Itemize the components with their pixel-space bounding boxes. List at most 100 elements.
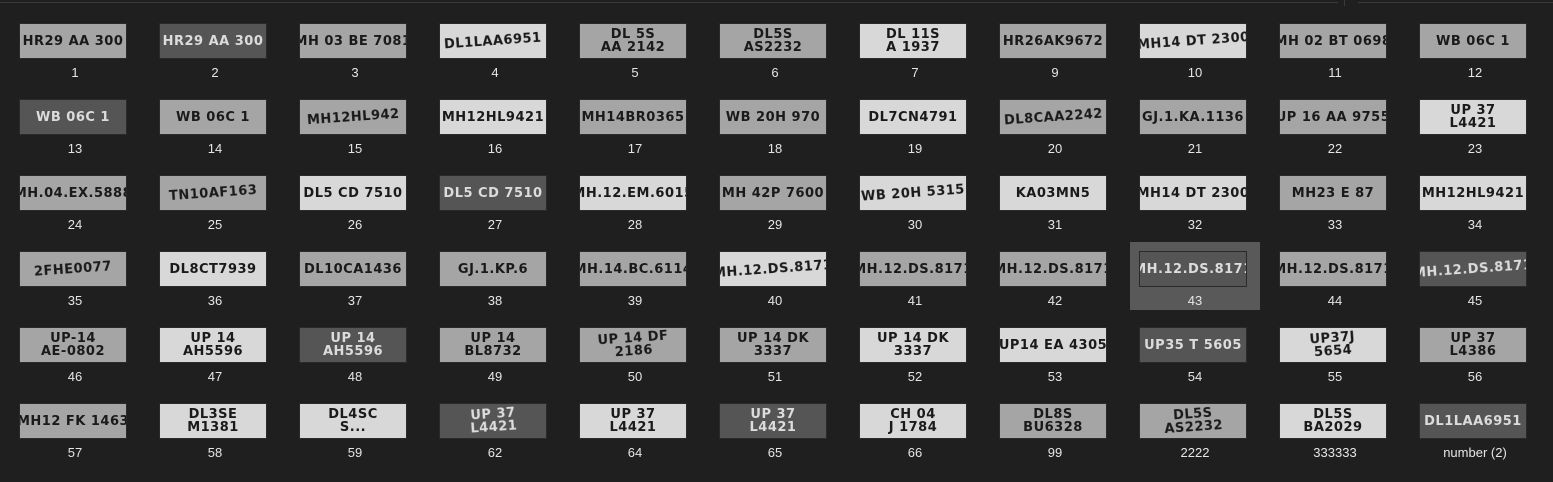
file-name: 4	[491, 65, 499, 80]
file-thumbnail: MH.12.EM.6015	[579, 175, 687, 211]
file-item[interactable]: MH 02 BT 0698 11	[1270, 14, 1400, 82]
file-thumbnail: WB 06C 1	[19, 99, 127, 135]
file-item[interactable]: HR26AK9672 9	[990, 14, 1120, 82]
file-item[interactable]: UP 37 L4386 56	[1410, 318, 1540, 386]
file-item[interactable]: MH14 DT 2300 10	[1130, 14, 1260, 82]
file-item[interactable]: UP 14 DK 3337 52	[850, 318, 980, 386]
file-item[interactable]: DL 11S A 1937 7	[850, 14, 980, 82]
file-item[interactable]: MH.12.DS.8171 45	[1410, 242, 1540, 310]
file-item[interactable]: GJ.1.KA.1136 21	[1130, 90, 1260, 158]
file-name: 38	[487, 293, 503, 308]
file-item[interactable]: MH14BR0365 17	[570, 90, 700, 158]
file-item[interactable]: KA03MN5 31	[990, 166, 1120, 234]
file-name: 40	[767, 293, 783, 308]
license-plate-image: WB 20H 970	[725, 109, 821, 125]
license-plate-image: UP 14 DK 3337	[876, 331, 950, 359]
file-item[interactable]: DL10CA1436 37	[290, 242, 420, 310]
license-plate-image: UP37J 5654	[1309, 329, 1356, 361]
file-item[interactable]: UP 37 L4421 64	[570, 394, 700, 462]
file-item[interactable]: DL8CT7939 36	[150, 242, 280, 310]
file-item[interactable]: MH14 DT 2300 32	[1130, 166, 1260, 234]
file-thumbnail: UP 37 L4421	[579, 403, 687, 439]
file-thumbnail: UP-14 AE-0802	[19, 327, 127, 363]
file-item[interactable]: UP 37 L4421 23	[1410, 90, 1540, 158]
file-item[interactable]: UP37J 5654 55	[1270, 318, 1400, 386]
file-name: 16	[487, 141, 503, 156]
file-item[interactable]: DL7CN4791 19	[850, 90, 980, 158]
file-thumbnail: MH.12.DS.8171	[1139, 251, 1247, 287]
file-item[interactable]: GJ.1.KP.6 38	[430, 242, 560, 310]
file-item[interactable]: DL5S BA2029 333333	[1270, 394, 1400, 462]
license-plate-image: DL4SC S...	[328, 407, 378, 435]
file-item[interactable]: MH 42P 7600 29	[710, 166, 840, 234]
file-item[interactable]: MH.12.DS.8171 42	[990, 242, 1120, 310]
file-item[interactable]: UP 37 L4421 65	[710, 394, 840, 462]
license-plate-image: MH14BR0365	[581, 109, 685, 125]
file-name: 20	[1047, 141, 1063, 156]
file-item[interactable]: CH 04 J 1784 66	[850, 394, 980, 462]
file-item[interactable]: DL5 CD 7510 27	[430, 166, 560, 234]
file-item[interactable]: MH.12.EM.6015 28	[570, 166, 700, 234]
file-item[interactable]: DL 5S AA 2142 5	[570, 14, 700, 82]
file-item[interactable]: UP 14 DK 3337 51	[710, 318, 840, 386]
license-plate-image: WB 20H 5315	[860, 181, 966, 205]
file-item[interactable]: DL8CAA2242 20	[990, 90, 1120, 158]
toolbar-separator	[1344, 0, 1345, 6]
file-name: 15	[347, 141, 363, 156]
license-plate-image: UP 14 AH5596	[182, 331, 244, 359]
file-item[interactable]: MH12HL9421 34	[1410, 166, 1540, 234]
file-item[interactable]: DL8S BU6328 99	[990, 394, 1120, 462]
file-item[interactable]: UP 14 BL8732 49	[430, 318, 560, 386]
file-item[interactable]: WB 20H 970 18	[710, 90, 840, 158]
file-thumbnail: MH12HL942	[299, 99, 407, 135]
file-name: 51	[767, 369, 783, 384]
file-item[interactable]: MH12HL942 15	[290, 90, 420, 158]
license-plate-image: DL 11S A 1937	[885, 27, 941, 55]
file-item[interactable]: DL1LAA6951 number (2)	[1410, 394, 1540, 462]
file-item[interactable]: MH 03 BE 7081 3	[290, 14, 420, 82]
file-item[interactable]: DL3SE M1381 58	[150, 394, 280, 462]
file-item[interactable]: WB 06C 1 12	[1410, 14, 1540, 82]
license-plate-image: MH12HL942	[306, 106, 400, 128]
file-item[interactable]: MH12 FK 1463 57	[10, 394, 140, 462]
file-item[interactable]: MH.14.BC.6114 39	[570, 242, 700, 310]
file-item[interactable]: 2FHE0077 35	[10, 242, 140, 310]
license-plate-image: MH.12.DS.8171	[999, 261, 1107, 277]
file-item[interactable]: DL5 CD 7510 26	[290, 166, 420, 234]
file-item[interactable]: DL5S AS2232 2222	[1130, 394, 1260, 462]
file-item[interactable]: UP35 T 5605 54	[1130, 318, 1260, 386]
file-thumbnail: UP 14 AH5596	[159, 327, 267, 363]
file-item[interactable]: DL4SC S... 59	[290, 394, 420, 462]
file-item[interactable]: MH.12.DS.8171 43	[1130, 242, 1260, 310]
file-item[interactable]: UP-14 AE-0802 46	[10, 318, 140, 386]
license-plate-image: MH.04.EX.5888	[19, 185, 127, 201]
file-item[interactable]: MH.04.EX.5888 24	[10, 166, 140, 234]
file-item[interactable]: UP 37 L4421 62	[430, 394, 560, 462]
file-item[interactable]: DL1LAA6951 4	[430, 14, 560, 82]
file-thumbnail: MH 42P 7600	[719, 175, 827, 211]
file-item[interactable]: HR29 AA 300 2	[150, 14, 280, 82]
file-item[interactable]: WB 06C 1 14	[150, 90, 280, 158]
license-plate-image: UP 37 L4421	[469, 405, 518, 437]
file-item[interactable]: MH.12.DS.8171 40	[710, 242, 840, 310]
file-item[interactable]: WB 06C 1 13	[10, 90, 140, 158]
file-thumbnail: WB 06C 1	[1419, 23, 1527, 59]
file-item[interactable]: WB 20H 5315 30	[850, 166, 980, 234]
file-item[interactable]: MH.12.DS.8171 44	[1270, 242, 1400, 310]
file-item[interactable]: MH12HL9421 16	[430, 90, 560, 158]
file-item[interactable]: HR29 AA 300 1	[10, 14, 140, 82]
license-plate-image: DL10CA1436	[304, 261, 402, 277]
file-item[interactable]: DL5S AS2232 6	[710, 14, 840, 82]
file-item[interactable]: MH.12.DS.8171 41	[850, 242, 980, 310]
file-item[interactable]: MH23 E 87 33	[1270, 166, 1400, 234]
file-item[interactable]: UP 14 DF 2186 50	[570, 318, 700, 386]
file-item[interactable]: UP 16 AA 9755 22	[1270, 90, 1400, 158]
file-item[interactable]: UP14 EA 4305 53	[990, 318, 1120, 386]
file-name: 50	[627, 369, 643, 384]
search-box-border[interactable]	[1358, 2, 1553, 3]
file-item[interactable]: TN10AF163 25	[150, 166, 280, 234]
file-item[interactable]: UP 14 AH5596 48	[290, 318, 420, 386]
license-plate-image: WB 06C 1	[1436, 33, 1510, 49]
license-plate-image: MH14 DT 2300	[1139, 29, 1247, 53]
file-item[interactable]: UP 14 AH5596 47	[150, 318, 280, 386]
